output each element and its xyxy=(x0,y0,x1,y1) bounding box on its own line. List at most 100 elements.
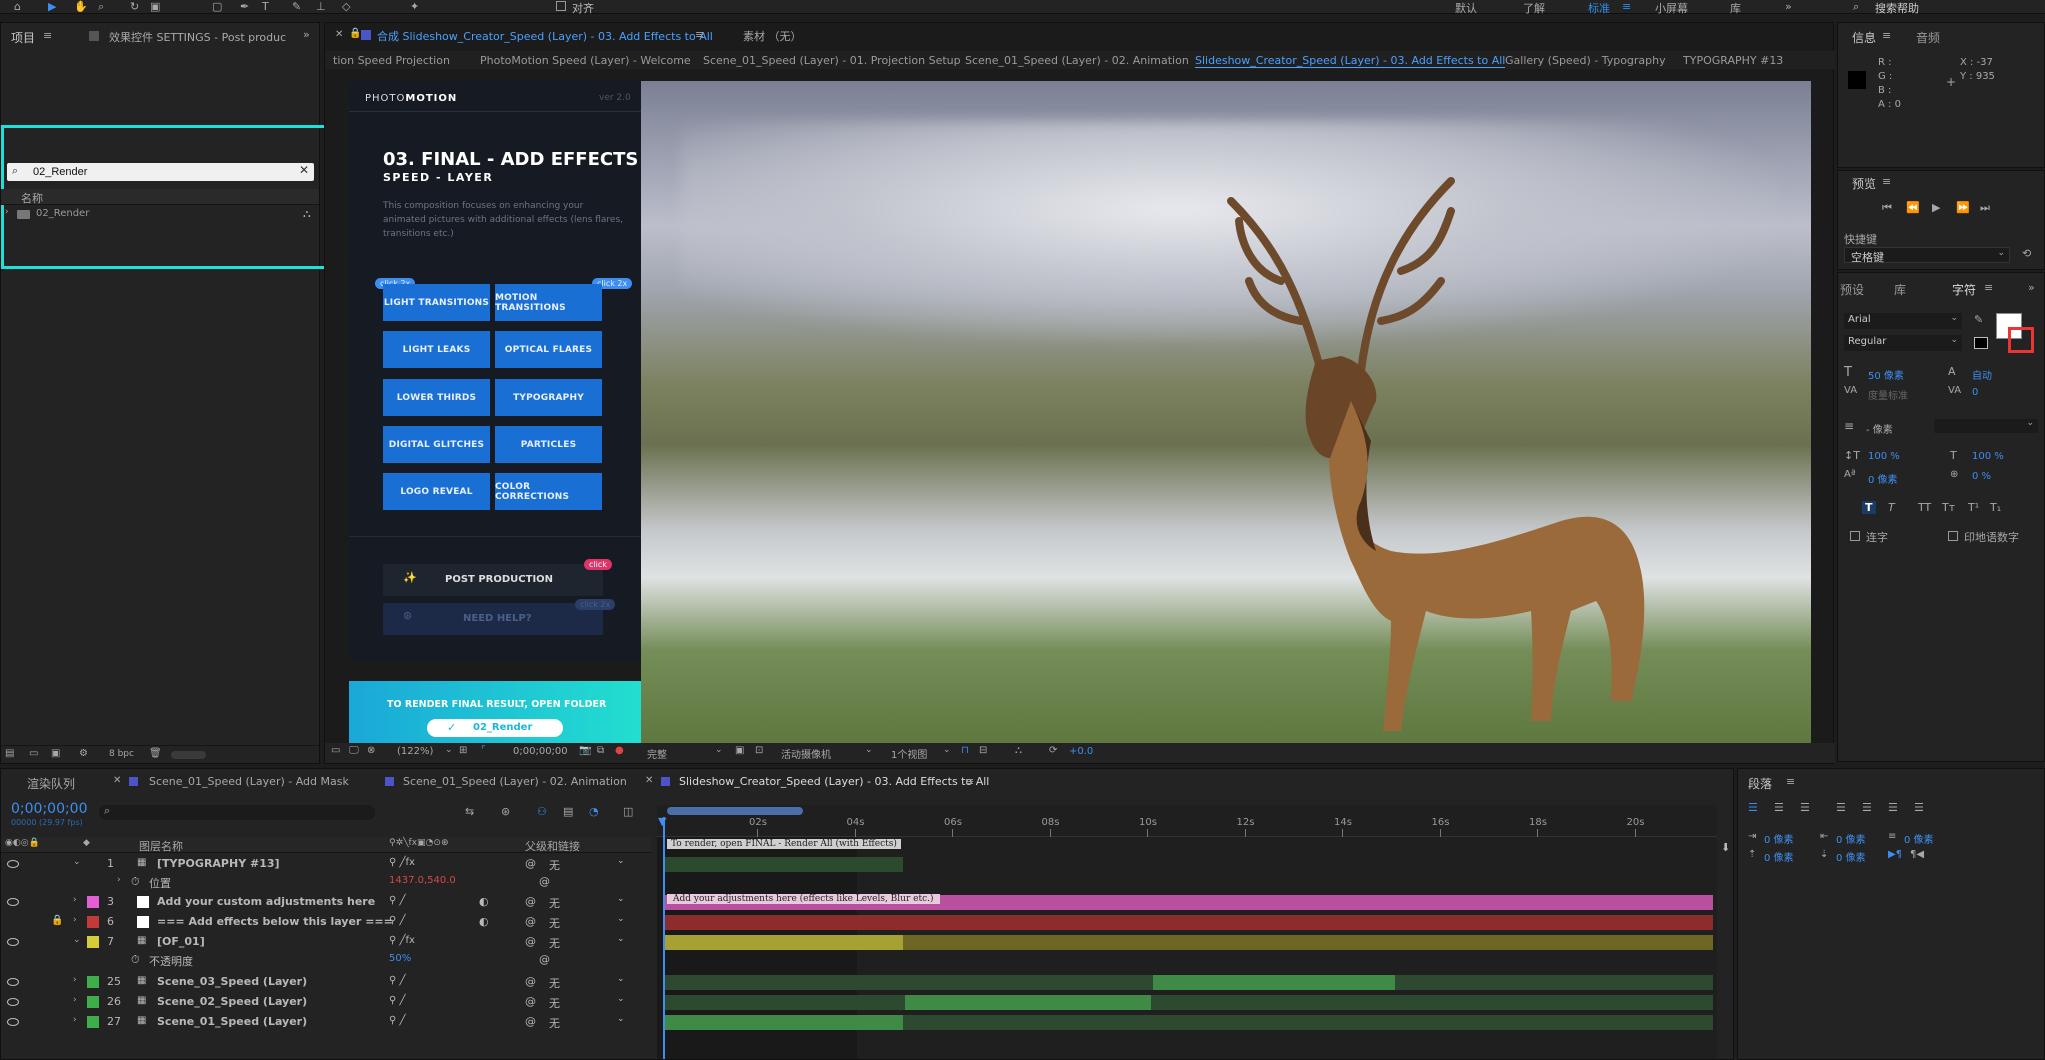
project-item-name[interactable]: 02_Render xyxy=(36,208,89,219)
zoom-dropdown[interactable]: (122%) xyxy=(397,746,433,757)
all-caps-icon[interactable]: TT xyxy=(1918,501,1931,514)
label-color[interactable] xyxy=(87,896,99,908)
close-tab-icon[interactable]: ✕ xyxy=(335,29,343,40)
font-family-dropdown[interactable]: Arial ⌄ xyxy=(1844,313,1962,329)
preview-image[interactable] xyxy=(641,81,1811,743)
exposure-value[interactable]: +0.0 xyxy=(1069,746,1093,757)
clear-search-icon[interactable]: ✕ xyxy=(299,163,309,177)
indent-left-value[interactable]: 0 像素 xyxy=(1764,831,1794,846)
zoom-tool-icon[interactable]: ⌕ xyxy=(98,0,104,14)
parent-value[interactable]: 无 xyxy=(549,1015,560,1031)
chevron-down-icon[interactable]: ⌄ xyxy=(617,934,625,944)
fast-preview-icon[interactable]: ⊓ xyxy=(961,745,969,756)
expand-arrow-icon[interactable]: › xyxy=(5,207,9,217)
mask-tool-icon[interactable]: ▢ xyxy=(212,0,222,13)
bpc-label[interactable]: 8 bpc xyxy=(109,749,134,759)
chevron-down-icon[interactable]: ⌄ xyxy=(617,894,625,904)
playhead-handle-icon[interactable]: ▼ xyxy=(658,815,666,828)
ltr-direction-icon[interactable]: ▶¶ xyxy=(1888,849,1902,860)
layer-row[interactable]: › 27 ▦ Scene_01_Speed (Layer) ⚲ ╱ @ 无 ⌄ xyxy=(1,1013,651,1032)
ligatures-checkbox[interactable] xyxy=(1850,531,1860,541)
visibility-icon[interactable] xyxy=(7,938,19,946)
expand-arrow-icon[interactable]: › xyxy=(73,975,77,985)
track-bar-scene02-bg[interactable] xyxy=(663,995,1713,1010)
lower-thirds-button[interactable]: LOWER THIRDS xyxy=(383,379,490,416)
justify-all-icon[interactable]: ☰ xyxy=(1914,801,1924,814)
comp-flowchart-icon[interactable]: ⇆ xyxy=(465,805,474,818)
label-color[interactable] xyxy=(87,976,99,988)
next-frame-icon[interactable]: ⏩ xyxy=(1956,201,1970,214)
layer-row[interactable]: › 26 ▦ Scene_02_Speed (Layer) ⚲ ╱ @ 无 ⌄ xyxy=(1,993,651,1012)
property-row[interactable]: ⏱ 不透明度 50% @ xyxy=(1,951,651,970)
first-frame-icon[interactable]: ⏮ xyxy=(1882,201,1892,215)
layer-switches[interactable]: ⚲ ╱ xyxy=(389,975,406,986)
show-snapshot-icon[interactable]: ⧉ xyxy=(597,745,604,756)
color-channel-icon[interactable]: ● xyxy=(615,745,624,756)
render-folder-button[interactable]: ✓ 02_Render xyxy=(427,719,563,737)
camera-tool-icon[interactable]: ▣ xyxy=(150,0,160,13)
track-bar-typography[interactable] xyxy=(663,857,903,872)
layer-row[interactable]: › 25 ▦ Scene_03_Speed (Layer) ⚲ ╱ @ 无 ⌄ xyxy=(1,973,651,992)
parent-pickwhip-icon[interactable]: @ xyxy=(525,935,536,948)
graph-editor-icon[interactable]: ◫ xyxy=(623,805,633,818)
expand-arrow-icon[interactable]: ⌄ xyxy=(73,935,81,945)
swap-color-icon[interactable] xyxy=(1974,337,1988,349)
adjustment-icon[interactable]: ◐ xyxy=(479,895,489,908)
layer-search-input[interactable]: ⌕ xyxy=(99,804,375,820)
character-menu-icon[interactable]: ≡ xyxy=(1984,281,1993,294)
align-checkbox[interactable] xyxy=(556,1,566,11)
workspace-small-screen[interactable]: 小屏幕 xyxy=(1655,0,1688,16)
column-name[interactable]: 名称 xyxy=(21,190,43,206)
typography-button[interactable]: TYPOGRAPHY xyxy=(495,379,602,416)
breadcrumb-item-4[interactable]: Scene_01_Speed (Layer) - 02. Animation xyxy=(965,54,1189,67)
tab-paragraph[interactable]: 段落 xyxy=(1748,775,1772,792)
chevron-down-icon[interactable]: ⌄ xyxy=(715,745,723,755)
justify-right-icon[interactable]: ☰ xyxy=(1888,801,1898,814)
chevron-down-icon[interactable]: ⌄ xyxy=(617,914,625,924)
layer-row[interactable]: ⌄ 1 ▦ [TYPOGRAPHY #13] ⚲ ╱fx @ 无 ⌄ xyxy=(1,855,651,874)
vertical-scale-value[interactable]: 100 % xyxy=(1868,451,1900,462)
property-value[interactable]: 50% xyxy=(389,953,411,964)
baseline-value[interactable]: 0 像素 xyxy=(1868,471,1898,486)
expand-arrow-icon[interactable]: › xyxy=(73,895,77,905)
layer-row[interactable]: 🔒 › 6 === Add effects below this layer =… xyxy=(1,913,651,932)
viewer-timecode[interactable]: 0;00;00;00 xyxy=(513,746,568,757)
workspace-library[interactable]: 库 xyxy=(1730,0,1741,16)
work-area-bar[interactable] xyxy=(667,807,803,815)
chevron-down-icon[interactable]: ⌄ xyxy=(865,745,873,755)
expand-arrow-icon[interactable]: ⌄ xyxy=(73,857,81,867)
visibility-icon[interactable] xyxy=(7,898,19,906)
interpret-icon[interactable]: ▤ xyxy=(5,748,14,759)
layer-name[interactable]: Scene_01_Speed (Layer) xyxy=(157,1015,307,1028)
workspace-learn[interactable]: 了解 xyxy=(1523,0,1545,16)
visibility-icon[interactable] xyxy=(7,978,19,986)
post-production-button[interactable]: ✨ POST PRODUCTION xyxy=(383,564,603,596)
color-corrections-button[interactable]: COLOR CORRECTIONS xyxy=(495,473,602,510)
superscript-icon[interactable]: T¹ xyxy=(1968,501,1979,514)
tab-effects-controls[interactable]: 效果控件 SETTINGS - Post produc xyxy=(109,29,286,45)
project-menu-icon[interactable]: ≡ xyxy=(43,29,52,42)
parent-value[interactable]: 无 xyxy=(549,995,560,1011)
label-color[interactable] xyxy=(87,1016,99,1028)
paragraph-menu-icon[interactable]: ≡ xyxy=(1786,775,1795,788)
need-help-button[interactable]: ⊛ NEED HELP? xyxy=(383,603,603,635)
overflow-icon[interactable]: » xyxy=(2028,281,2035,294)
layer-row[interactable]: ⌄ 7 ▦ [OF_01] ⚲ ╱fx @ 无 ⌄ xyxy=(1,933,651,952)
parent-value[interactable]: 无 xyxy=(549,915,560,931)
align-left-icon[interactable]: ☰ xyxy=(1748,801,1758,814)
small-caps-icon[interactable]: Tт xyxy=(1942,501,1955,514)
breadcrumb-item-2[interactable]: PhotoMotion Speed (Layer) - Welcome xyxy=(480,54,691,67)
rotate-tool-icon[interactable]: ↻ xyxy=(130,0,139,13)
breadcrumb-item-3[interactable]: Scene_01_Speed (Layer) - 01. Projection … xyxy=(703,54,961,67)
parent-pickwhip-icon[interactable]: @ xyxy=(525,995,536,1008)
track-bar-scene03[interactable] xyxy=(1153,975,1395,990)
hindi-digits-checkbox[interactable] xyxy=(1948,531,1958,541)
layer-name[interactable]: [TYPOGRAPHY #13] xyxy=(157,857,280,870)
puppet-tool-icon[interactable]: ✦ xyxy=(410,0,419,13)
indent-right-value[interactable]: 0 像素 xyxy=(1836,831,1866,846)
horizontal-scale-value[interactable]: 100 % xyxy=(1972,451,2004,462)
label-color[interactable] xyxy=(87,996,99,1008)
home-icon[interactable]: ⌂ xyxy=(14,0,21,13)
always-preview-icon[interactable]: ▭ xyxy=(331,745,340,756)
layer-name[interactable]: === Add effects below this layer === xyxy=(157,915,393,928)
